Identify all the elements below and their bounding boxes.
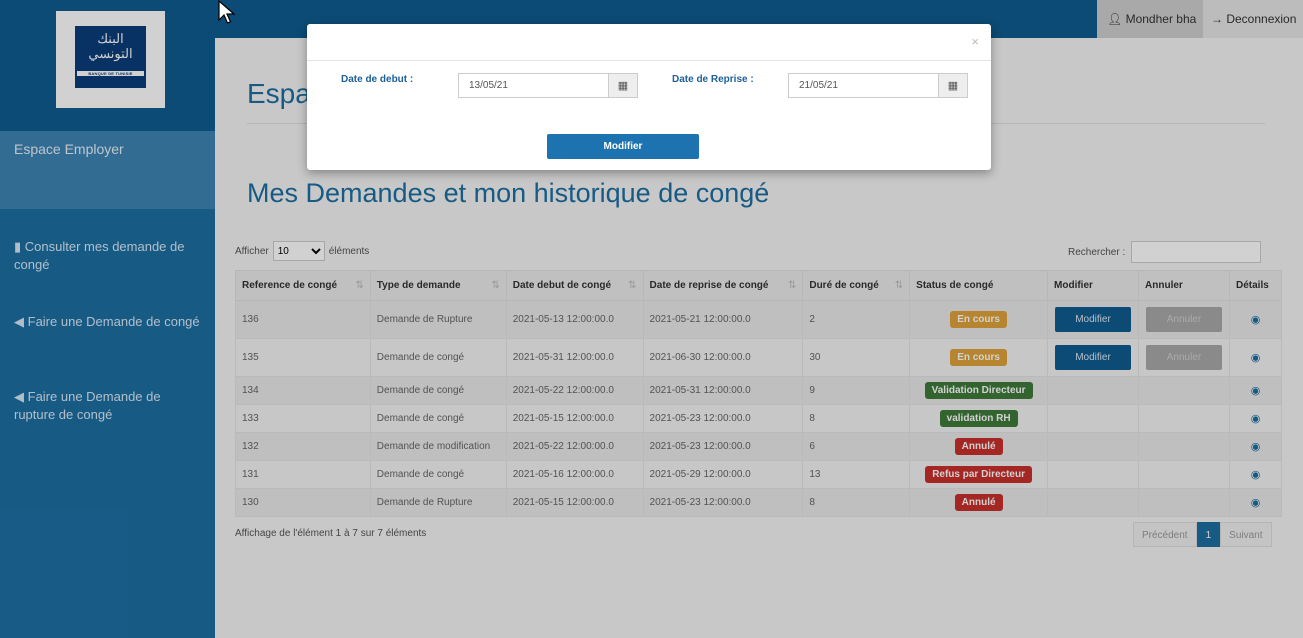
date-reprise-label: Date de Reprise : bbox=[672, 74, 754, 85]
mouse-cursor-icon bbox=[218, 0, 236, 24]
date-debut-label: Date de debut : bbox=[341, 74, 414, 85]
modifier-submit-button[interactable]: Modifier bbox=[547, 134, 699, 159]
date-reprise-input[interactable] bbox=[789, 74, 938, 97]
calendar-icon[interactable]: ▦ bbox=[608, 74, 637, 97]
edit-dates-modal: × Date de debut : ▦ Date de Reprise : ▦ … bbox=[307, 24, 991, 170]
date-debut-field: ▦ bbox=[458, 73, 638, 98]
date-reprise-field: ▦ bbox=[788, 73, 968, 98]
close-icon[interactable]: × bbox=[971, 34, 979, 49]
calendar-icon[interactable]: ▦ bbox=[938, 74, 967, 97]
date-debut-input[interactable] bbox=[459, 74, 608, 97]
modal-divider bbox=[307, 60, 991, 61]
